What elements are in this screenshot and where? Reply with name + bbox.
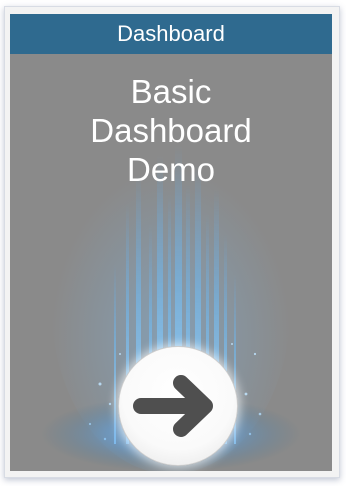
tile-title-line: Basic (130, 73, 212, 110)
arrow-right-icon (133, 375, 213, 437)
tile-header: Dashboard (10, 14, 332, 54)
tile-title-line: Demo (126, 151, 216, 188)
dashboard-tile[interactable]: Dashboard Basic Dashboard Demo (10, 14, 332, 471)
tile-title-line: Dashboard (90, 112, 252, 149)
open-dashboard-button[interactable] (118, 346, 238, 466)
tile-title: Basic Dashboard Demo (10, 72, 332, 189)
